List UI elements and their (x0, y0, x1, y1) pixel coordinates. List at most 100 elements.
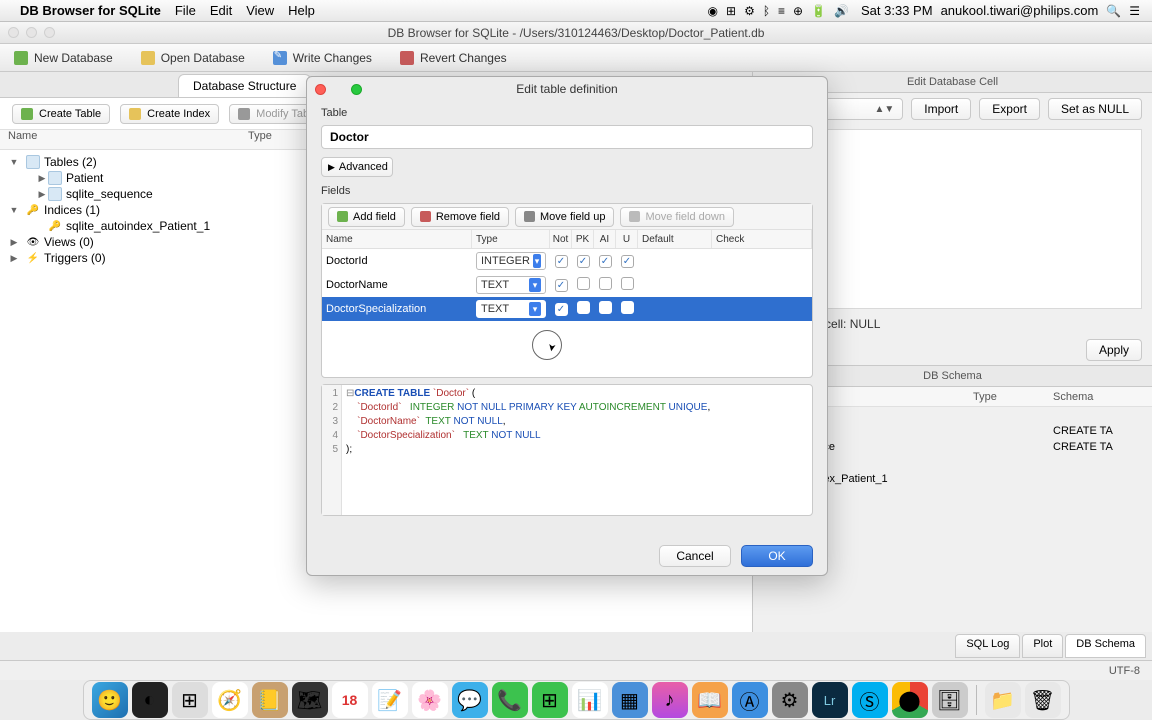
revert-changes-icon (400, 51, 414, 65)
tab-db-schema[interactable]: DB Schema (1065, 634, 1146, 658)
menu-edit[interactable]: Edit (210, 3, 232, 18)
apply-button[interactable]: Apply (1086, 339, 1142, 361)
bluetooth-icon[interactable]: ᛒ (763, 4, 770, 18)
tab-database-structure[interactable]: Database Structure (178, 74, 311, 97)
dock-chrome[interactable]: ⬤ (892, 682, 928, 718)
modal-close-icon[interactable] (315, 84, 326, 95)
tab-plot[interactable]: Plot (1022, 634, 1063, 658)
open-database-icon (141, 51, 155, 65)
dock-numbers[interactable]: 📊 (572, 682, 608, 718)
status-bar: UTF-8 (0, 660, 1152, 680)
dock-folder[interactable]: 📁 (985, 682, 1021, 718)
dock-dbbrowser[interactable]: 🗄 (932, 682, 968, 718)
move-field-down-button: Move field down (620, 207, 734, 227)
field-ai-checkbox[interactable] (594, 301, 616, 317)
remove-field-button[interactable]: Remove field (411, 207, 509, 227)
menu-file[interactable]: File (175, 3, 196, 18)
dock-messages[interactable]: 💬 (452, 682, 488, 718)
field-name[interactable]: DoctorName (322, 279, 472, 291)
modal-zoom-icon[interactable] (351, 84, 362, 95)
field-unique-checkbox[interactable] (616, 255, 638, 268)
add-field-button[interactable]: Add field (328, 207, 405, 227)
revert-changes-button[interactable]: Revert Changes (394, 47, 513, 69)
app-name[interactable]: DB Browser for SQLite (20, 3, 161, 18)
advanced-button[interactable]: ▶Advanced (321, 157, 393, 177)
menubar-clock[interactable]: Sat 3:33 PM (861, 3, 933, 18)
table-name-input[interactable] (321, 125, 813, 149)
dock-calendar[interactable]: 18 (332, 682, 368, 718)
field-ai-checkbox[interactable] (594, 277, 616, 293)
chevron-right-icon: ▶ (328, 162, 335, 173)
field-unique-checkbox[interactable] (616, 301, 638, 317)
status-icon[interactable]: ◉ (708, 4, 718, 18)
dock-launchpad[interactable]: ⊞ (172, 682, 208, 718)
menu-view[interactable]: View (246, 3, 274, 18)
field-name[interactable]: DoctorId (322, 255, 472, 267)
dock-notes[interactable]: 📝 (372, 682, 408, 718)
tab-sql-log[interactable]: SQL Log (955, 634, 1020, 658)
dock-ibooks[interactable]: 📖 (692, 682, 728, 718)
volume-icon[interactable]: 🔊 (834, 4, 849, 18)
field-not-null-checkbox[interactable] (550, 279, 572, 292)
field-ai-checkbox[interactable] (594, 255, 616, 268)
field-pk-checkbox[interactable] (572, 255, 594, 268)
create-index-button[interactable]: Create Index (120, 104, 219, 124)
write-changes-icon (273, 51, 287, 65)
dock-trash[interactable]: 🗑 (1025, 682, 1061, 718)
dock: 🙂 ◐ ⊞ 🧭 📒 🗺 18 📝 🌸 💬 📞 ⊞ 📊 ▦ ♪ 📖 Ⓐ ⚙ Lr … (83, 680, 1070, 720)
field-not-null-checkbox[interactable] (550, 303, 572, 316)
export-button[interactable]: Export (979, 98, 1040, 120)
set-null-button[interactable]: Set as NULL (1048, 98, 1142, 120)
dock-lightroom[interactable]: Lr (812, 682, 848, 718)
new-database-button[interactable]: New Database (8, 47, 119, 69)
write-changes-button[interactable]: Write Changes (267, 47, 378, 69)
dock-contacts[interactable]: 📒 (252, 682, 288, 718)
battery-icon[interactable]: 🔋 (811, 4, 826, 18)
field-not-null-checkbox[interactable] (550, 255, 572, 268)
dock-itunes[interactable]: ♪ (652, 682, 688, 718)
field-pk-checkbox[interactable] (572, 301, 594, 317)
wifi-icon[interactable]: ⊕ (793, 4, 803, 18)
dock-photos[interactable]: 🌸 (412, 682, 448, 718)
close-window-icon[interactable] (8, 27, 19, 38)
fields-table-body[interactable]: DoctorIdINTEGER▾DoctorNameTEXT▾DoctorSpe… (322, 249, 812, 321)
dock-appstore[interactable]: Ⓐ (732, 682, 768, 718)
window-title: DB Browser for SQLite - /Users/310124463… (388, 26, 765, 40)
field-row[interactable]: DoctorNameTEXT▾ (322, 273, 812, 297)
status-icon[interactable]: ≡ (778, 4, 785, 18)
status-icon[interactable]: ⚙ (744, 4, 755, 18)
create-table-label: Create Table (39, 108, 101, 120)
move-field-up-button[interactable]: Move field up (515, 207, 614, 227)
status-icon[interactable]: ⊞ (726, 4, 736, 18)
field-row[interactable]: DoctorIdINTEGER▾ (322, 249, 812, 273)
zoom-window-icon[interactable] (44, 27, 55, 38)
open-database-button[interactable]: Open Database (135, 47, 251, 69)
dock-siri[interactable]: ◐ (132, 682, 168, 718)
menubar-user[interactable]: anukool.tiwari@philips.com (941, 3, 1099, 18)
dock-finder[interactable]: 🙂 (92, 682, 128, 718)
minimize-window-icon[interactable] (26, 27, 37, 38)
dock-safari[interactable]: 🧭 (212, 682, 248, 718)
fields-label: Fields (321, 185, 813, 197)
dock-skype[interactable]: Ⓢ (852, 682, 888, 718)
window-titlebar: DB Browser for SQLite - /Users/310124463… (0, 22, 1152, 44)
create-table-button[interactable]: Create Table (12, 104, 110, 124)
ok-button[interactable]: OK (741, 545, 813, 567)
field-row[interactable]: DoctorSpecializationTEXT▾ (322, 297, 812, 321)
field-type-dropdown[interactable]: TEXT▾ (472, 276, 550, 294)
menu-help[interactable]: Help (288, 3, 315, 18)
field-pk-checkbox[interactable] (572, 277, 594, 293)
field-unique-checkbox[interactable] (616, 277, 638, 293)
dock-settings[interactable]: ⚙ (772, 682, 808, 718)
dock-appstore2[interactable]: ⊞ (532, 682, 568, 718)
field-type-dropdown[interactable]: INTEGER▾ (472, 252, 550, 270)
cancel-button[interactable]: Cancel (659, 545, 731, 567)
dock-facetime[interactable]: 📞 (492, 682, 528, 718)
import-button[interactable]: Import (911, 98, 971, 120)
spotlight-icon[interactable]: 🔍 (1106, 4, 1121, 18)
dock-maps[interactable]: 🗺 (292, 682, 328, 718)
field-name[interactable]: DoctorSpecialization (322, 303, 472, 315)
field-type-dropdown[interactable]: TEXT▾ (472, 300, 550, 318)
notification-icon[interactable]: ☰ (1129, 4, 1140, 18)
dock-keynote[interactable]: ▦ (612, 682, 648, 718)
